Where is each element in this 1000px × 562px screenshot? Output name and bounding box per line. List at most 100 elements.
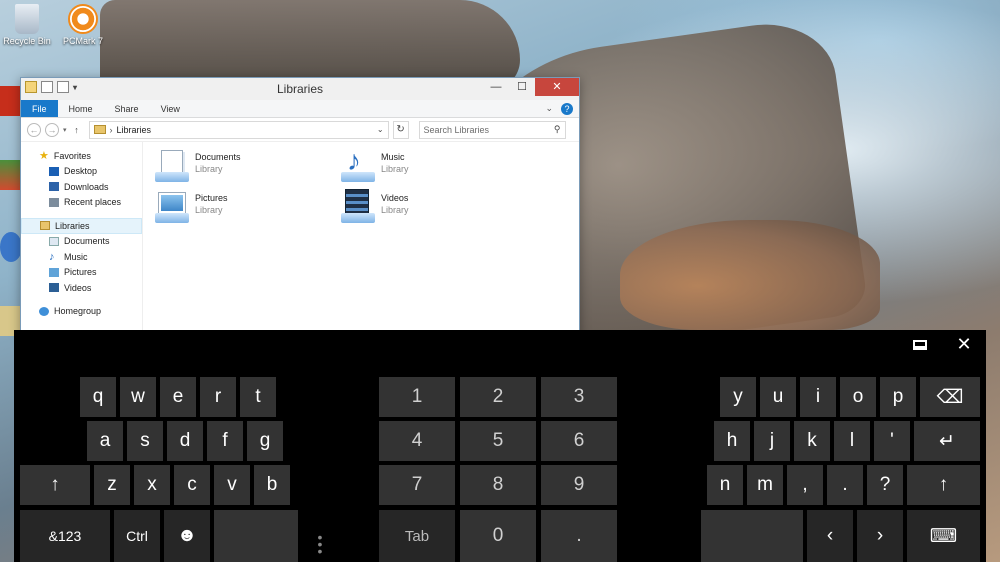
key-p[interactable]: p [880,377,916,417]
key-9[interactable]: 9 [541,465,617,505]
key-q[interactable]: q [80,377,116,417]
explorer-content: ★ Favorites Desktop Downloads Recent pla… [21,142,579,332]
nav-favorites[interactable]: ★ Favorites [21,148,142,164]
key-shift-right[interactable]: ↑ [907,465,980,505]
key-tab[interactable]: Tab [379,510,455,562]
key-l[interactable]: l [834,421,870,461]
key-m[interactable]: m [747,465,783,505]
key-s[interactable]: s [127,421,163,461]
key-enter[interactable]: ↵ [914,421,980,461]
search-input[interactable]: Search Libraries ⚲ [418,120,566,139]
nav-item-downloads[interactable]: Downloads [21,179,142,195]
expand-ribbon-icon[interactable]: ⌄ [545,103,553,115]
navigation-pane: ★ Favorites Desktop Downloads Recent pla… [21,142,143,332]
desktop-icon-partial[interactable] [0,232,22,262]
library-item-videos[interactable]: Videos Library [341,189,511,227]
key-n[interactable]: n [707,465,743,505]
key-v[interactable]: v [214,465,250,505]
nav-item-videos[interactable]: Videos [21,280,142,296]
key-h[interactable]: h [714,421,750,461]
key-w[interactable]: w [120,377,156,417]
key-c[interactable]: c [174,465,210,505]
key-question[interactable]: ? [867,465,903,505]
nav-item-pictures[interactable]: Pictures [21,265,142,281]
help-icon[interactable]: ? [561,103,573,115]
key-1[interactable]: 1 [379,377,455,417]
desktop-icon-partial[interactable] [0,160,22,190]
key-o[interactable]: o [840,377,876,417]
close-keyboard-button[interactable]: ✕ [942,330,986,358]
keyboard-move-handle[interactable]: • • • [317,530,323,558]
maximize-button[interactable]: ☐ [509,78,535,96]
breadcrumb-chevron-icon[interactable]: › [110,125,113,135]
back-button[interactable]: ← [27,122,41,137]
nav-homegroup[interactable]: Homegroup [21,304,142,320]
minimize-button[interactable]: — [483,78,509,96]
title-bar[interactable]: ▾ Libraries — ☐ ✕ [21,78,579,100]
key-y[interactable]: y [720,377,756,417]
key-apostrophe[interactable]: ' [874,421,910,461]
forward-button[interactable]: → [45,122,59,137]
key-shift-left[interactable]: ↑ [20,465,90,505]
key-keyboard-layout[interactable]: ⌨ [907,510,980,562]
key-k[interactable]: k [794,421,830,461]
tab-home[interactable]: Home [58,100,104,117]
library-name: Documents [195,152,241,162]
key-arrow-left[interactable]: ‹ [807,510,853,562]
library-item-pictures[interactable]: Pictures Library [155,189,325,227]
nav-item-documents[interactable]: Documents [21,234,142,250]
key-emoji[interactable]: ☻ [164,510,210,562]
key-f[interactable]: f [207,421,243,461]
key-backspace[interactable]: ⌫ [920,377,980,417]
dock-keyboard-button[interactable] [898,330,942,358]
key-decimal[interactable]: . [541,510,617,562]
close-button[interactable]: ✕ [535,78,579,96]
recent-locations-icon[interactable]: ▾ [63,126,67,134]
key-j[interactable]: j [754,421,790,461]
desktop-icon-pcmark[interactable]: PCMark 7 [48,4,118,46]
key-d[interactable]: d [167,421,203,461]
key-4[interactable]: 4 [379,421,455,461]
key-i[interactable]: i [800,377,836,417]
nav-label: Pictures [64,267,97,278]
library-item-music[interactable]: ♪ Music Library [341,146,511,186]
key-space-left[interactable] [214,510,298,562]
key-space-right[interactable] [701,510,803,562]
key-7[interactable]: 7 [379,465,455,505]
key-period[interactable]: . [827,465,863,505]
tab-file[interactable]: File [21,100,58,117]
key-arrow-right[interactable]: › [857,510,903,562]
nav-item-music[interactable]: ♪ Music [21,249,142,265]
tab-view[interactable]: View [150,100,191,117]
key-b[interactable]: b [254,465,290,505]
key-symbols[interactable]: &123 [20,510,110,562]
key-ctrl[interactable]: Ctrl [114,510,160,562]
library-item-documents[interactable]: Documents Library [155,148,325,186]
refresh-button[interactable]: ↻ [392,120,409,139]
address-field[interactable]: › Libraries ⌄ [88,120,389,139]
key-comma[interactable]: , [787,465,823,505]
key-0[interactable]: 0 [460,510,536,562]
key-u[interactable]: u [760,377,796,417]
key-6[interactable]: 6 [541,421,617,461]
key-x[interactable]: x [134,465,170,505]
nav-libraries[interactable]: Libraries [21,218,142,234]
key-a[interactable]: a [87,421,123,461]
key-3[interactable]: 3 [541,377,617,417]
up-button[interactable]: ↑ [71,125,83,135]
key-t[interactable]: t [240,377,276,417]
key-e[interactable]: e [160,377,196,417]
key-2[interactable]: 2 [460,377,536,417]
breadcrumb-libraries[interactable]: Libraries [117,125,152,135]
nav-item-recent-places[interactable]: Recent places [21,195,142,211]
nav-label: Homegroup [54,306,102,317]
key-8[interactable]: 8 [460,465,536,505]
address-dropdown-icon[interactable]: ⌄ [377,125,384,134]
key-z[interactable]: z [94,465,130,505]
nav-item-desktop[interactable]: Desktop [21,164,142,180]
tab-share[interactable]: Share [104,100,150,117]
key-r[interactable]: r [200,377,236,417]
desktop-icon-partial[interactable] [0,86,22,116]
key-g[interactable]: g [247,421,283,461]
key-5[interactable]: 5 [460,421,536,461]
